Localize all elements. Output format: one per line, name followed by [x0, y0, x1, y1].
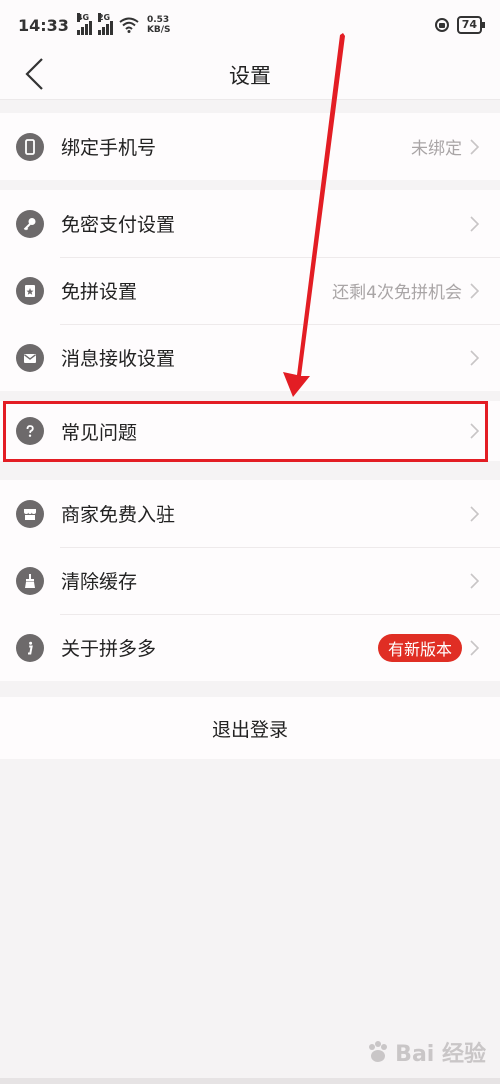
network-speed: 0.53 KB/S	[147, 15, 171, 35]
chevron-right-icon	[470, 215, 480, 232]
row-label: 商家免费入驻	[61, 504, 176, 526]
battery-icon: 74	[456, 16, 486, 34]
row-right	[470, 349, 480, 366]
row-right: 未绑定	[411, 134, 480, 159]
status-right: 74	[434, 16, 486, 34]
chevron-right-icon	[470, 349, 480, 366]
signal-4g-icon: 4G	[76, 13, 92, 35]
row-label: 消息接收设置	[61, 348, 176, 370]
status-time: 14:33	[18, 15, 69, 35]
row-label: 免拼设置	[61, 281, 138, 303]
battery-level: 74	[461, 18, 477, 31]
signal-2g-label: 2G	[97, 13, 111, 22]
row-label: 常见问题	[61, 421, 138, 444]
chevron-left-icon	[25, 58, 43, 90]
row-right: 还剩4次免拼机会	[332, 278, 480, 303]
watermark-text: Bai 经验	[395, 1042, 486, 1067]
page-title: 设置	[229, 63, 271, 88]
row-right	[470, 505, 480, 522]
logout-button[interactable]: 退出登录	[0, 697, 500, 759]
row-value: 还剩4次免拼机会	[332, 283, 462, 303]
network-speed-unit: KB/S	[146, 25, 171, 35]
row-clear-cache[interactable]: 清除缓存	[0, 547, 500, 614]
signal-2g-icon: 2G	[97, 13, 113, 35]
chevron-right-icon	[470, 639, 480, 656]
row-merchant-join[interactable]: 商家免费入驻	[0, 480, 500, 547]
chevron-right-icon	[470, 138, 480, 155]
chevron-right-icon	[470, 572, 480, 589]
row-label: 免密支付设置	[61, 214, 176, 236]
nav-bar: 设置	[0, 50, 500, 100]
info-icon	[16, 633, 44, 662]
row-label: 绑定手机号	[61, 137, 157, 159]
row-free-group-settings[interactable]: 免拼设置 还剩4次免拼机会	[0, 257, 500, 324]
settings-group-about: 商家免费入驻 清除缓存 关于拼多多 有新版本	[0, 480, 500, 681]
bottom-strip	[0, 1078, 500, 1084]
new-version-badge: 有新版本	[377, 633, 462, 662]
row-bind-phone[interactable]: 绑定手机号 未绑定	[0, 113, 500, 180]
chevron-right-icon	[470, 505, 480, 522]
key-icon	[16, 209, 44, 238]
row-right: 有新版本	[377, 633, 480, 662]
broom-icon	[16, 566, 44, 595]
settings-group-payment: 免密支付设置 免拼设置 还剩4次免拼机会 消息接收设置	[0, 190, 500, 391]
phone-icon	[16, 132, 44, 161]
row-right	[470, 215, 480, 232]
watermark: Bai 经验	[365, 1036, 486, 1068]
row-label: 清除缓存	[61, 571, 138, 593]
row-faq[interactable]: 常见问题	[0, 401, 500, 461]
status-left: 14:33 4G 2G 0.53 KB/S	[18, 13, 171, 35]
network-speed-value: 0.53	[146, 15, 170, 25]
row-right	[470, 572, 480, 589]
back-button[interactable]	[14, 54, 54, 94]
paw-icon	[369, 1041, 388, 1062]
mail-icon	[16, 343, 44, 372]
row-message-settings[interactable]: 消息接收设置	[0, 324, 500, 391]
row-about[interactable]: 关于拼多多 有新版本	[0, 614, 500, 681]
row-right	[470, 423, 480, 439]
settings-group-account: 绑定手机号 未绑定	[0, 113, 500, 180]
store-icon	[16, 499, 44, 528]
logout-label: 退出登录	[211, 718, 288, 741]
question-icon	[16, 417, 44, 445]
status-bar: 14:33 4G 2G 0.53 KB/S 74	[0, 0, 500, 50]
row-value: 未绑定	[411, 139, 462, 159]
row-label: 关于拼多多	[61, 638, 157, 660]
chevron-right-icon	[470, 423, 480, 439]
signal-4g-label: 4G	[76, 13, 90, 22]
row-password-free-pay[interactable]: 免密支付设置	[0, 190, 500, 257]
chevron-right-icon	[470, 282, 480, 299]
wifi-icon	[119, 17, 139, 33]
coupon-icon	[16, 276, 44, 305]
settings-group-faq: 常见问题	[0, 401, 500, 461]
rotation-lock-icon	[434, 18, 449, 32]
